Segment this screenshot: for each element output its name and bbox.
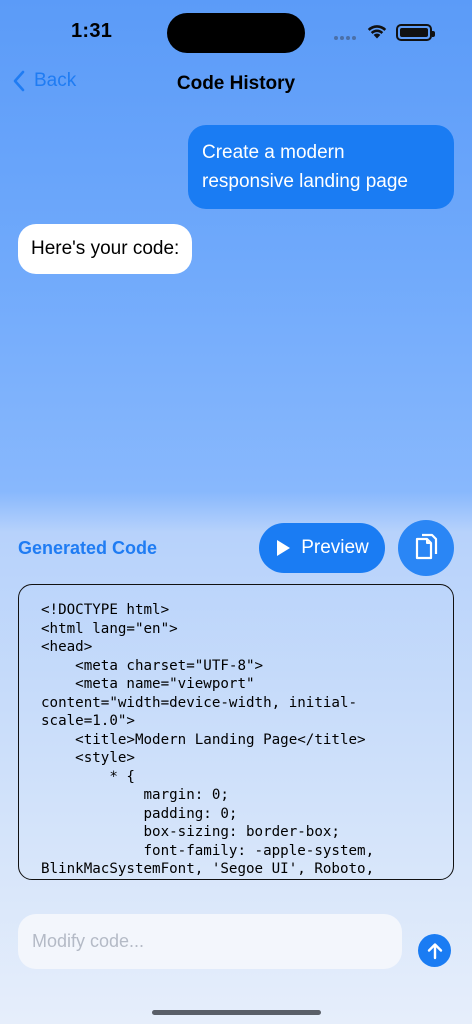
copy-button[interactable] — [398, 520, 454, 576]
modify-code-input[interactable] — [32, 931, 402, 952]
modify-code-field[interactable] — [18, 914, 402, 969]
code-panel-title: Generated Code — [18, 538, 158, 558]
status-bar: 1:31 — [0, 0, 472, 60]
dynamic-island — [167, 13, 305, 53]
copy-icon — [415, 533, 438, 560]
wifi-icon — [367, 25, 387, 39]
battery-icon — [396, 24, 435, 41]
cellular-signal-icon — [334, 36, 356, 40]
user-message-bubble: Create a modern responsive landing page — [188, 125, 454, 209]
assistant-message-bubble: Here's your code: — [18, 224, 193, 274]
play-icon — [277, 540, 291, 556]
navigation-bar: Back Code History — [0, 62, 472, 106]
send-button[interactable] — [418, 934, 451, 967]
home-indicator[interactable] — [152, 1010, 321, 1015]
page-title: Code History — [176, 73, 296, 94]
preview-button[interactable]: Preview — [259, 523, 385, 573]
code-viewer[interactable]: <!DOCTYPE html> <html lang="en"> <head> … — [18, 584, 454, 880]
arrow-up-icon — [427, 942, 442, 959]
status-time: 1:31 — [71, 20, 113, 42]
preview-label: Preview — [301, 537, 369, 558]
code-content: <!DOCTYPE html> <html lang="en"> <head> … — [41, 602, 375, 877]
